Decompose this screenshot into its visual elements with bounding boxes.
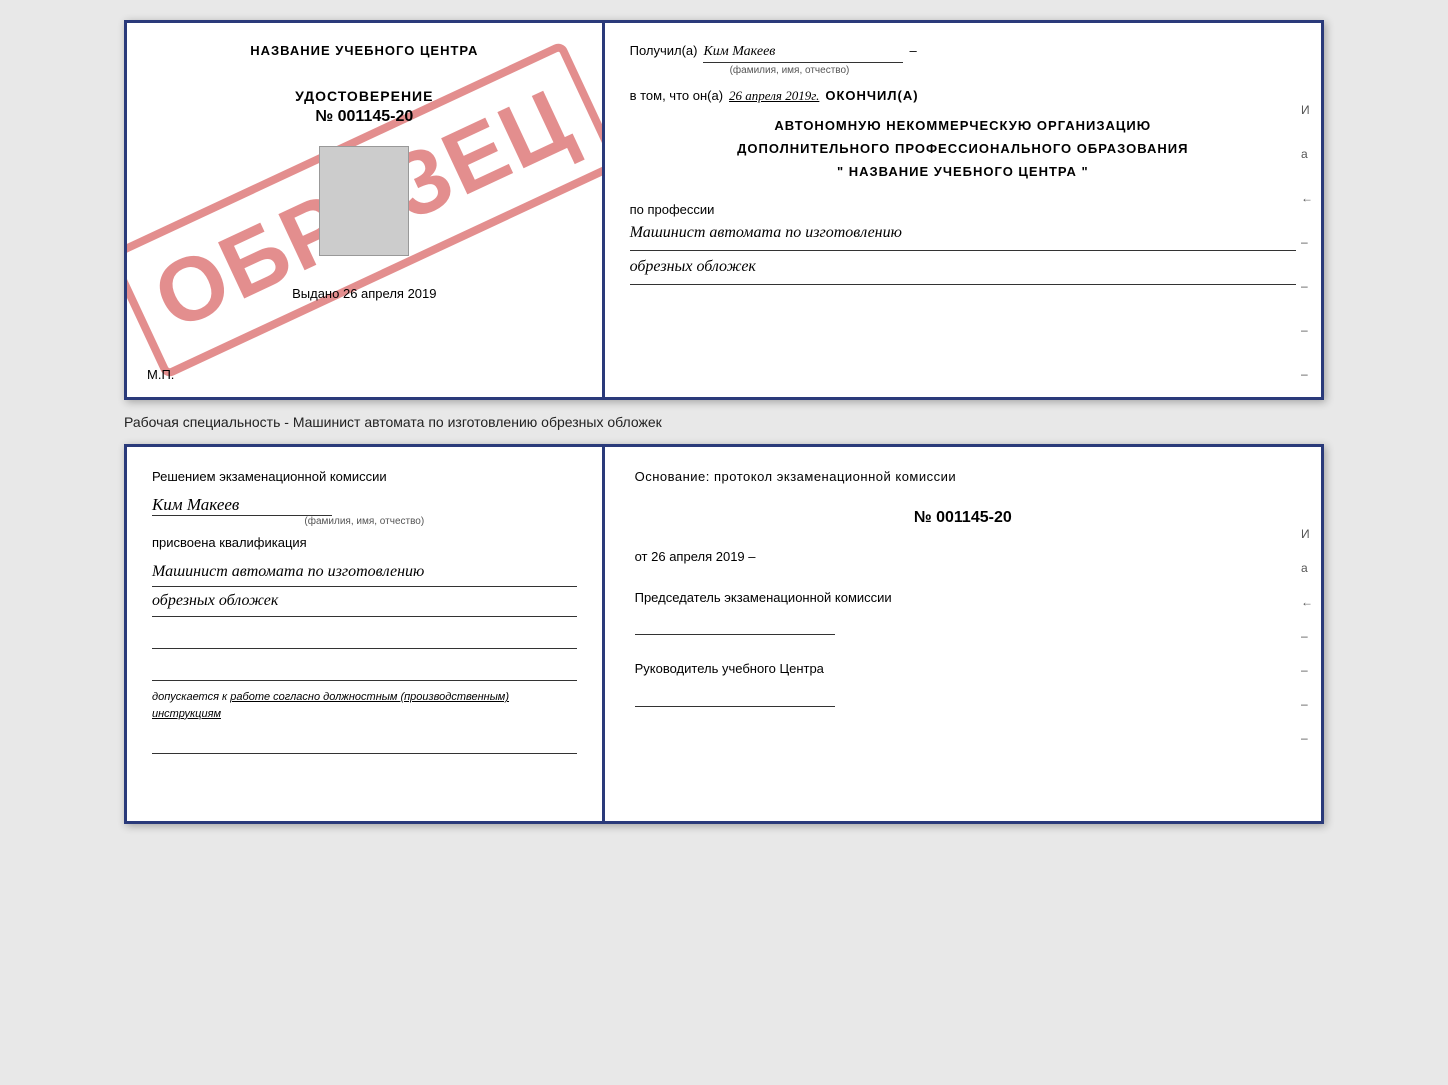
decision-text: Решением экзаменационной комиссии xyxy=(152,467,577,487)
cert-issue-date: Выдано 26 апреля 2019 xyxy=(292,286,436,301)
fio-sublabel-top: (фамилия, имя, отчество) xyxy=(730,65,1296,76)
mark-arrow: ← xyxy=(1301,191,1313,205)
bottom-fio-sublabel: (фамилия, имя, отчество) xyxy=(152,516,577,527)
director-block: Руководитель учебного Центра xyxy=(635,659,1291,707)
org-line3: " НАЗВАНИЕ УЧЕБНОГО ЦЕНТРА " xyxy=(630,162,1296,183)
allowed-block: допускается к работе согласно должностны… xyxy=(152,689,577,722)
mark-a-b: а xyxy=(1301,561,1313,575)
right-side-marks-bottom: И а ← – – – – xyxy=(1301,527,1313,745)
cert-left-title: НАЗВАНИЕ УЧЕБНОГО ЦЕНТРА xyxy=(250,43,478,58)
protocol-date-prefix: от xyxy=(635,549,648,564)
profession-label-top: по профессии xyxy=(630,202,1296,217)
issue-date-value: 26 апреля 2019 xyxy=(343,286,437,301)
blank-line2 xyxy=(152,665,577,681)
cert-doc-label: УДОСТОВЕРЕНИЕ xyxy=(295,88,433,104)
mark-dash2: – xyxy=(1301,279,1313,293)
dash1: – xyxy=(909,43,916,58)
org-line2: ДОПОЛНИТЕЛЬНОГО ПРОФЕССИОНАЛЬНОГО ОБРАЗО… xyxy=(630,139,1296,160)
blank-line3 xyxy=(152,738,577,754)
qualification-block: Машинист автомата по изготовлению обрезн… xyxy=(152,558,577,618)
mark-a: а xyxy=(1301,147,1313,161)
protocol-number: № 001145-20 xyxy=(635,509,1291,527)
mark-dash1: – xyxy=(1301,235,1313,249)
in-that-inline: в том, что он(а) 26 апреля 2019г. окончи… xyxy=(630,88,1296,104)
cert-doc-number: № 001145-20 xyxy=(315,108,413,126)
mp-label: М.П. xyxy=(147,367,174,382)
mark-dash4-b: – xyxy=(1301,731,1313,745)
received-label: Получил(а) xyxy=(630,43,698,58)
assigned-label: присвоена квалификация xyxy=(152,535,577,550)
mark-dash3-b: – xyxy=(1301,697,1313,711)
mark-dash1-b: – xyxy=(1301,629,1313,643)
received-row: Получил(а) Ким Макеев – (фамилия, имя, о… xyxy=(630,43,1296,76)
bottom-person-name: Ким Макеев xyxy=(152,495,332,516)
chairman-sig-line xyxy=(635,615,835,635)
cert-bottom-right: Основание: протокол экзаменационной коми… xyxy=(605,447,1321,821)
photo-placeholder xyxy=(319,146,409,256)
profession-value-line2: обрезных обложек xyxy=(630,253,1296,285)
org-block: АВТОНОМНУЮ НЕКОММЕРЧЕСКУЮ ОРГАНИЗАЦИЮ ДО… xyxy=(630,116,1296,182)
mark-arrow-b: ← xyxy=(1301,595,1313,609)
bottom-person-block: Ким Макеев (фамилия, имя, отчество) xyxy=(152,495,577,527)
mark-dash3: – xyxy=(1301,323,1313,337)
finished-label: окончил(а) xyxy=(825,88,918,103)
qual-line1: Машинист автомата по изготовлению xyxy=(152,558,577,588)
received-name-row: Получил(а) Ким Макеев – xyxy=(630,43,1296,63)
top-certificate: НАЗВАНИЕ УЧЕБНОГО ЦЕНТРА ОБРАЗЕЦ УДОСТОВ… xyxy=(124,20,1324,400)
bottom-certificate: Решением экзаменационной комиссии Ким Ма… xyxy=(124,444,1324,824)
basis-label: Основание: протокол экзаменационной коми… xyxy=(635,467,1291,487)
chairman-label: Председатель экзаменационной комиссии xyxy=(635,590,892,605)
in-that-row: в том, что он(а) 26 апреля 2019г. окончи… xyxy=(630,88,1296,104)
mark-i-b: И xyxy=(1301,527,1313,541)
profession-value-line1: Машинист автомата по изготовлению xyxy=(630,219,1296,251)
decision-prefix: Решением экзаменационной комиссии xyxy=(152,469,387,484)
director-sig-line xyxy=(635,687,835,707)
middle-specialty-label: Рабочая специальность - Машинист автомат… xyxy=(124,410,1324,434)
right-side-marks-top: И а ← – – – – xyxy=(1301,103,1313,381)
org-line1: АВТОНОМНУЮ НЕКОММЕРЧЕСКУЮ ОРГАНИЗАЦИЮ xyxy=(630,116,1296,137)
cert-left-panel: НАЗВАНИЕ УЧЕБНОГО ЦЕНТРА ОБРАЗЕЦ УДОСТОВ… xyxy=(127,23,605,397)
profession-block-top: по профессии Машинист автомата по изгото… xyxy=(630,194,1296,285)
cert-bottom-left: Решением экзаменационной комиссии Ким Ма… xyxy=(127,447,605,821)
mark-dash2-b: – xyxy=(1301,663,1313,677)
protocol-date-value: 26 апреля 2019 xyxy=(651,549,745,564)
blank-line1 xyxy=(152,633,577,649)
protocol-date-block: от 26 апреля 2019 – xyxy=(635,549,1291,564)
issue-prefix: Выдано xyxy=(292,286,339,301)
mark-i: И xyxy=(1301,103,1313,117)
in-that-date: 26 апреля 2019г. xyxy=(729,88,819,104)
qual-line2: обрезных обложек xyxy=(152,587,577,617)
protocol-dash: – xyxy=(748,549,755,564)
director-label: Руководитель учебного Центра xyxy=(635,661,824,676)
in-that-prefix: в том, что он(а) xyxy=(630,88,723,103)
cert-right-panel: Получил(а) Ким Макеев – (фамилия, имя, о… xyxy=(605,23,1321,397)
allowed-prefix: допускается к xyxy=(152,691,227,703)
person-name-top: Ким Макеев xyxy=(703,44,903,63)
chairman-block: Председатель экзаменационной комиссии xyxy=(635,588,1291,636)
document-wrapper: НАЗВАНИЕ УЧЕБНОГО ЦЕНТРА ОБРАЗЕЦ УДОСТОВ… xyxy=(124,20,1324,824)
mark-dash4: – xyxy=(1301,367,1313,381)
